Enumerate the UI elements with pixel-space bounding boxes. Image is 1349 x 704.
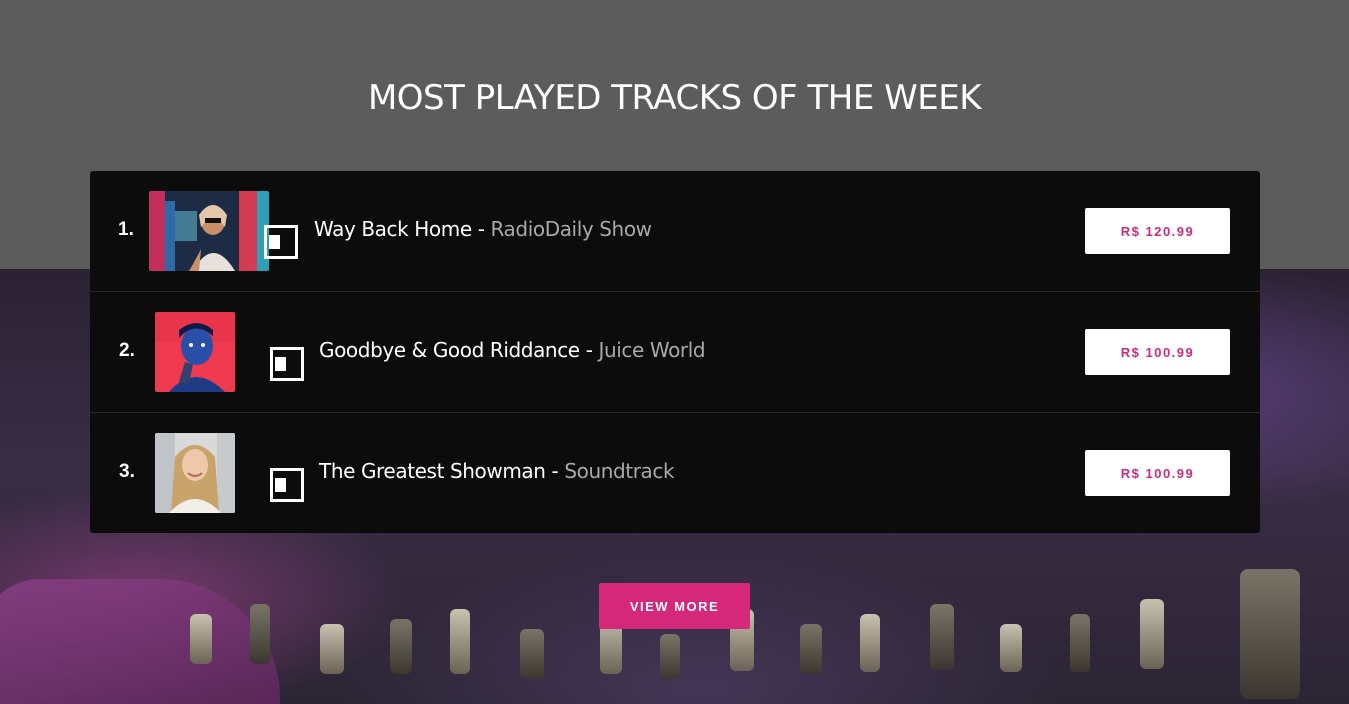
track-cover-image [149, 191, 269, 271]
title-separator: - [551, 459, 559, 483]
track-rank: 2. [119, 340, 135, 361]
track-cover-image [155, 433, 235, 513]
track-rank: 1. [118, 219, 134, 240]
view-more-button[interactable]: VIEW MORE [599, 583, 750, 629]
buy-price-button[interactable]: R$ 100.99 [1085, 329, 1230, 375]
artist-name: Juice World [598, 338, 706, 362]
song-name: Goodbye & Good Riddance [319, 338, 580, 362]
artist-name: RadioDaily Show [490, 217, 653, 241]
track-title[interactable]: Goodbye & Good Riddance - Juice World [319, 338, 706, 362]
track-title[interactable]: The Greatest Showman - Soundtrack [319, 459, 675, 483]
tracks-list: 1. Way Back Home - RadioDaily Show R$ 12 [90, 171, 1260, 533]
buy-price-button[interactable]: R$ 120.99 [1085, 208, 1230, 254]
play-icon[interactable] [270, 347, 304, 381]
track-row: 1. Way Back Home - RadioDaily Show R$ 12 [90, 171, 1260, 292]
play-icon[interactable] [270, 468, 304, 502]
song-name: Way Back Home [314, 217, 472, 241]
title-separator: - [477, 217, 485, 241]
artist-name: Soundtrack [564, 459, 675, 483]
buy-price-button[interactable]: R$ 100.99 [1085, 450, 1230, 496]
track-row: 2. Goodbye & Good Riddance - Juice World… [90, 291, 1260, 412]
track-row: 3. The Greatest Showman - Soundtrack R$ … [90, 412, 1260, 533]
song-name: The Greatest Showman [319, 459, 546, 483]
title-separator: - [585, 338, 593, 362]
track-rank: 3. [119, 461, 135, 482]
section-title: MOST PLAYED TRACKS OF THE WEEK [367, 78, 982, 118]
track-title[interactable]: Way Back Home - RadioDaily Show [314, 217, 652, 241]
track-cover-image [155, 312, 235, 392]
play-icon[interactable] [264, 225, 298, 259]
